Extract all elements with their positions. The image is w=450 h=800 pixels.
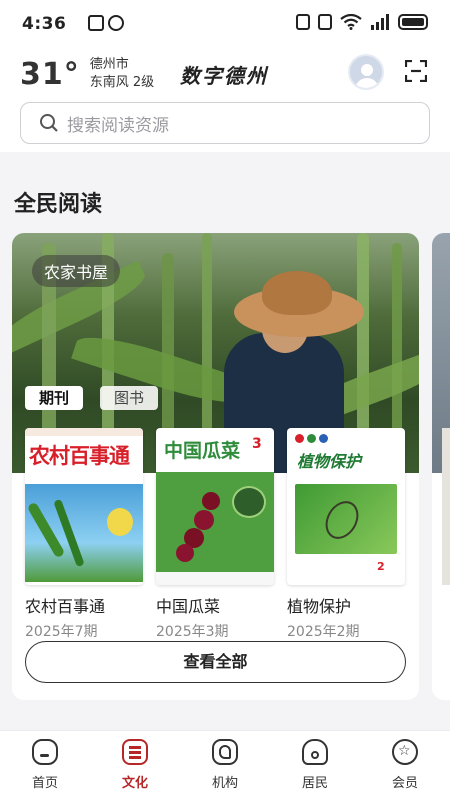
notification-icons — [88, 15, 124, 31]
cover-title: 中国瓜菜 — [164, 440, 241, 462]
tab-journal[interactable]: 期刊 — [25, 386, 83, 410]
magazine-issue: 2025年3期 — [156, 624, 229, 640]
weather-widget[interactable]: 31° 德州市 东南风 2级 — [20, 56, 154, 92]
magazine-issue: 2025年7期 — [25, 624, 98, 640]
magazine-item[interactable]: 中国瓜菜 3 中国瓜菜 2025年3期 — [156, 428, 274, 641]
culture-icon — [122, 739, 148, 765]
resident-icon — [302, 739, 328, 765]
battery-icon — [398, 14, 428, 30]
magazine-name: 农村百事通 — [25, 597, 106, 616]
magazine-name: 中国瓜菜 — [156, 597, 221, 616]
nav-item-home[interactable]: 首页 — [15, 739, 75, 791]
view-all-button[interactable]: 查看全部 — [25, 641, 406, 683]
vibrate-icon — [296, 14, 310, 30]
nav-label: 居民 — [301, 776, 328, 791]
magazine-cover: 农村百事通 — [25, 428, 143, 585]
app-title: 数字德州 — [180, 64, 268, 88]
avatar[interactable] — [348, 54, 384, 90]
nav-label: 机构 — [211, 776, 238, 791]
magazine-item[interactable]: 植物保护 2 植物保护 2025年2期 — [287, 428, 405, 641]
member-icon: ☆ — [392, 739, 418, 765]
signal-icon — [371, 14, 389, 30]
category-badge: 农家书屋 — [32, 255, 121, 287]
city-label: 德州市 — [89, 57, 129, 72]
top-header: 4:36 31° 德州市 东南风 2级 数字德州 搜索阅读资源 — [0, 0, 450, 152]
nav-item-culture[interactable]: 文化 — [105, 739, 165, 791]
system-icons — [296, 14, 428, 30]
nav-item-institution[interactable]: 机构 — [195, 739, 255, 791]
magazine-cover: 中国瓜菜 3 — [156, 428, 274, 585]
scan-icon[interactable] — [405, 60, 427, 82]
sim-icon — [318, 14, 332, 30]
nav-item-resident[interactable]: 居民 — [285, 739, 345, 791]
wifi-icon — [340, 14, 362, 30]
next-card-peek[interactable] — [432, 233, 450, 700]
magazine-cover: 植物保护 2 — [287, 428, 405, 585]
cover-title: 植物保护 — [297, 452, 362, 471]
institution-icon — [212, 739, 238, 765]
bottom-nav: 首页 文化 机构 居民 ☆ 会员 — [0, 730, 450, 800]
reading-card: 农家书屋 期刊 图书 农村百事通 农村百事通 2025年7期 中国瓜菜 3 中国… — [12, 233, 419, 700]
home-icon — [32, 739, 58, 765]
status-time: 4:36 — [22, 14, 67, 34]
nfc-icon — [88, 15, 104, 31]
nav-label: 首页 — [31, 776, 58, 791]
alarm-icon — [108, 15, 124, 31]
nav-label: 会员 — [391, 776, 418, 791]
search-icon — [40, 114, 58, 132]
magazine-item[interactable]: 农村百事通 农村百事通 2025年7期 — [25, 428, 143, 641]
app-screen: 4:36 31° 德州市 东南风 2级 数字德州 搜索阅读资源 全民阅读 农家书… — [0, 0, 450, 800]
temperature: 31° — [20, 56, 80, 92]
status-bar: 4:36 — [0, 0, 450, 48]
nav-item-member[interactable]: ☆ 会员 — [375, 739, 435, 791]
wind-label: 东南风 2级 — [89, 75, 155, 90]
nav-label: 文化 — [121, 776, 148, 791]
search-placeholder: 搜索阅读资源 — [67, 115, 169, 136]
tab-books[interactable]: 图书 — [100, 386, 158, 410]
magazine-name: 植物保护 — [287, 597, 352, 616]
search-input[interactable]: 搜索阅读资源 — [20, 102, 430, 144]
section-title: 全民阅读 — [14, 192, 103, 217]
cover-title: 农村百事通 — [29, 443, 130, 468]
magazine-issue: 2025年2期 — [287, 624, 360, 640]
